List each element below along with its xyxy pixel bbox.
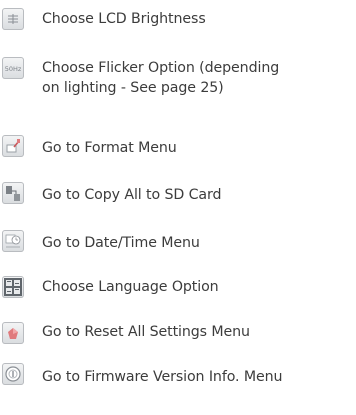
flicker-icon-text: 50Hz bbox=[5, 65, 22, 73]
format-icon bbox=[2, 135, 24, 157]
date-time-icon bbox=[2, 230, 24, 252]
list-item-label: Go to Reset All Settings Menu bbox=[42, 324, 250, 340]
lcd-brightness-icon bbox=[2, 8, 24, 30]
list-item-label: Choose LCD Brightness bbox=[42, 11, 206, 27]
list-item-label: Choose Flicker Option (depending on ligh… bbox=[42, 60, 280, 96]
list-item-label: Go to Date/Time Menu bbox=[42, 235, 200, 251]
language-icon bbox=[2, 276, 24, 298]
copy-to-sd-icon bbox=[2, 182, 24, 204]
flicker-50hz-icon: 50Hz bbox=[2, 57, 24, 79]
list-item-label: Choose Language Option bbox=[42, 279, 219, 295]
list-item-label: Go to Firmware Version Info. Menu bbox=[42, 369, 283, 385]
firmware-info-icon bbox=[2, 363, 24, 385]
list-item-label: Go to Format Menu bbox=[42, 140, 177, 156]
list-item-label: Go to Copy All to SD Card bbox=[42, 187, 222, 203]
reset-icon bbox=[2, 322, 24, 344]
